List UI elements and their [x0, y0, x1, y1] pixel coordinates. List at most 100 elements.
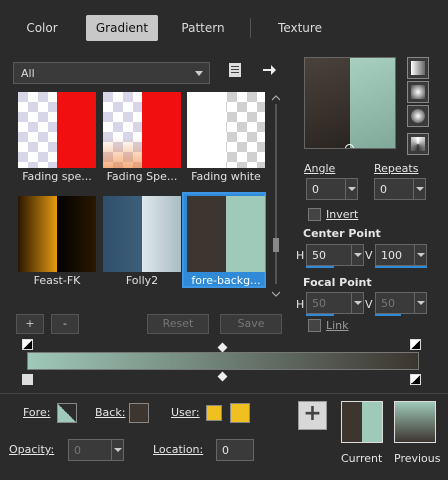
add-stop-button[interactable]: +	[16, 314, 44, 334]
focal-v-slider[interactable]	[375, 314, 401, 316]
repeats-value: 0	[380, 183, 387, 196]
gradient-preview-image	[18, 92, 96, 168]
repeats-input[interactable]: 0	[374, 178, 426, 200]
invert-label: Invert	[326, 208, 359, 221]
thumb-label: Fading white	[191, 170, 261, 183]
previous-swatch[interactable]	[394, 401, 436, 443]
back-swatch[interactable]	[129, 403, 149, 423]
fore-swatch[interactable]	[57, 403, 77, 423]
link-checkbox[interactable]	[308, 319, 321, 332]
chevron-down-icon[interactable]	[414, 293, 426, 313]
gradient-bar[interactable]	[27, 352, 419, 370]
location-input[interactable]: 0	[216, 439, 254, 461]
gradient-preview[interactable]	[304, 57, 396, 149]
center-v-input[interactable]: 100	[375, 244, 427, 266]
color-midpoint[interactable]	[217, 371, 228, 382]
tab-separator	[250, 18, 251, 38]
previous-label: Previous	[394, 452, 441, 465]
opacity-label: Opacity:	[9, 443, 55, 456]
center-v-slider[interactable]	[375, 266, 427, 268]
color-stop-right[interactable]	[410, 374, 421, 385]
center-h-slider[interactable]	[306, 266, 334, 268]
angle-input[interactable]: 0	[306, 178, 358, 200]
opacity-stop-right[interactable]	[410, 339, 421, 350]
linear-style-button[interactable]	[407, 57, 429, 79]
opacity-input[interactable]: 0	[68, 439, 124, 461]
chevron-down-icon[interactable]	[111, 440, 123, 460]
focal-h-input[interactable]: 50	[306, 292, 364, 314]
gradient-thumb[interactable]: Folly2	[100, 194, 181, 287]
location-value: 0	[222, 444, 229, 457]
opacity-stop-left[interactable]	[22, 339, 33, 350]
category-value: All	[21, 67, 35, 80]
library-icon[interactable]	[227, 62, 243, 78]
center-v-label: V	[365, 249, 373, 262]
center-h-label: H	[296, 249, 305, 262]
focal-v-label: V	[365, 298, 373, 311]
user-swatch-2[interactable]	[230, 403, 250, 423]
category-dropdown[interactable]: All	[13, 62, 210, 84]
center-h-input[interactable]: 50	[306, 244, 364, 266]
fore-label: Fore:	[23, 406, 51, 419]
gradient-grid: Fading spe... Fading Spe... Fading white…	[13, 90, 271, 300]
chevron-down-icon[interactable]	[413, 179, 425, 199]
gradient-thumb[interactable]: Fading Spe...	[100, 90, 181, 183]
gradient-preview-image	[187, 92, 265, 168]
chevron-down-icon[interactable]	[271, 288, 281, 297]
tab-texture[interactable]: Texture	[264, 15, 336, 41]
back-label: Back:	[95, 406, 126, 419]
user-label: User:	[171, 406, 200, 419]
tab-gradient[interactable]: Gradient	[86, 15, 158, 41]
rectangular-style-button[interactable]	[407, 81, 429, 103]
chevron-up-icon[interactable]	[271, 92, 281, 101]
gradient-preview-image	[18, 196, 96, 272]
add-to-user-button[interactable]: +	[298, 401, 327, 430]
thumb-label: Fading Spe...	[106, 170, 178, 183]
save-button[interactable]: Save	[220, 314, 282, 334]
thumb-label: Fading spe...	[22, 170, 92, 183]
angle-value: 0	[312, 183, 319, 196]
chevron-down-icon	[195, 71, 203, 76]
link-label: Link	[326, 319, 349, 332]
tab-color[interactable]: Color	[13, 15, 71, 41]
arrow-right-icon[interactable]	[261, 62, 277, 78]
chevron-down-icon[interactable]	[345, 179, 357, 199]
user-swatch-1[interactable]	[206, 405, 222, 421]
focal-v-value: 50	[381, 297, 395, 310]
gradient-preview-image	[187, 196, 265, 272]
sunburst-icon	[411, 137, 425, 151]
current-swatch[interactable]	[341, 401, 383, 443]
chevron-down-icon[interactable]	[414, 245, 426, 265]
grid-scrollbar[interactable]	[270, 92, 282, 297]
chevron-down-icon[interactable]	[351, 293, 363, 313]
preview-background-half	[305, 58, 350, 148]
opacity-midpoint[interactable]	[217, 342, 228, 353]
radial-icon	[411, 109, 425, 123]
center-point-handle[interactable]	[345, 144, 354, 148]
gradient-preview-image	[103, 196, 181, 272]
gradient-thumb[interactable]: Feast-FK	[15, 194, 96, 287]
scroll-thumb[interactable]	[273, 238, 279, 252]
gradient-thumb[interactable]: Fading white	[184, 90, 265, 183]
chevron-down-icon[interactable]	[351, 245, 363, 265]
color-stop-left[interactable]	[22, 374, 33, 385]
center-h-value: 50	[312, 249, 326, 262]
reset-button[interactable]: Reset	[147, 314, 209, 334]
preview-foreground-half	[350, 58, 395, 148]
linear-icon	[411, 61, 425, 75]
rectangular-icon	[411, 85, 425, 99]
gradient-thumb[interactable]: Fading spe...	[15, 90, 96, 183]
current-label: Current	[341, 452, 383, 465]
location-label: Location:	[153, 443, 204, 456]
gradient-preview-image	[103, 92, 181, 168]
sunburst-style-button[interactable]	[407, 133, 429, 155]
radial-style-button[interactable]	[407, 105, 429, 127]
tab-pattern[interactable]: Pattern	[167, 15, 239, 41]
remove-stop-button[interactable]: -	[51, 314, 79, 334]
invert-checkbox[interactable]	[308, 208, 321, 221]
angle-label: Angle	[304, 162, 336, 175]
thumb-label: Feast-FK	[33, 274, 81, 287]
focal-v-input[interactable]: 50	[375, 292, 427, 314]
gradient-thumb-selected[interactable]: fore-backg...	[182, 192, 266, 288]
focal-h-slider[interactable]	[306, 314, 334, 316]
